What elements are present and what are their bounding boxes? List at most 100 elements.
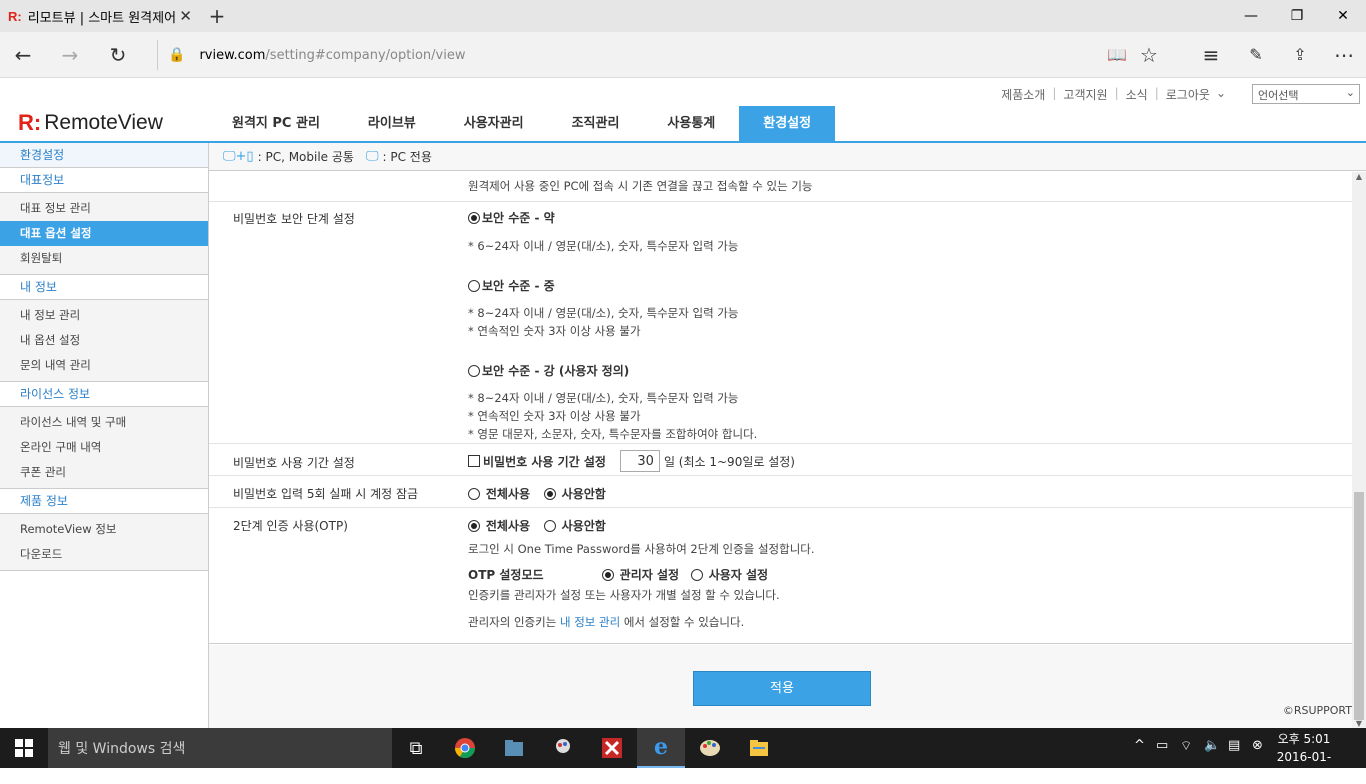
otp-none-radio[interactable]	[543, 520, 556, 532]
wifi-icon[interactable]: ⌔	[1180, 738, 1192, 754]
file-manager-icon[interactable]	[490, 728, 538, 768]
radio-medium[interactable]	[468, 280, 480, 292]
edge-icon[interactable]: e	[637, 728, 685, 768]
taskbar-search[interactable]: 웹 및 Windows 검색	[48, 728, 392, 768]
web-note-icon[interactable]: ✎	[1240, 40, 1272, 70]
my-info-link[interactable]: 내 정보 관리	[560, 615, 620, 629]
nav-settings[interactable]: 환경설정	[739, 106, 836, 142]
top-link-products[interactable]: 제품소개	[1001, 86, 1045, 103]
app-icon[interactable]	[539, 728, 587, 768]
sidebar-item-remoteview-info[interactable]: RemoteView 정보	[0, 517, 208, 542]
content-scrollbar[interactable]: ▲ ▼	[1352, 172, 1366, 728]
ime-icon[interactable]: ⊗	[1252, 738, 1263, 753]
notification-icon[interactable]: ▤	[1228, 738, 1240, 753]
lock-icon: 🔒	[168, 47, 186, 63]
settings-scroll-area[interactable]: 원격제어 사용 중인 PC에 접속 시 기존 연결을 끊고 접속할 수 있는 기…	[209, 172, 1352, 644]
sidebar-title[interactable]: 환경설정	[0, 143, 208, 168]
otp-all-radio[interactable]	[468, 520, 480, 532]
new-tab-button[interactable]: +	[205, 4, 229, 28]
sidebar-item-my-info[interactable]: 내 정보 관리	[0, 303, 208, 328]
sidebar-item-withdraw[interactable]: 회원탈퇴	[0, 246, 208, 271]
otp-label: 2단계 인증 사용(OTP)	[233, 519, 348, 533]
volume-icon[interactable]: 🔈	[1204, 738, 1220, 753]
tab-close-icon[interactable]: ✕	[179, 7, 192, 25]
sidebar-item-license-purchase[interactable]: 라이선스 내역 및 구매	[0, 410, 208, 435]
brand-mark-icon: R:	[18, 110, 42, 135]
password-period-days-input[interactable]: 30	[619, 450, 660, 472]
hub-icon[interactable]: ≡	[1195, 40, 1227, 70]
login-lock-row: 비밀번호 입력 5회 실패 시 계정 잠금 전체사용 사용안함	[209, 476, 1352, 508]
xmind-icon[interactable]	[588, 728, 636, 768]
browser-navbar: ← → ↻ 🔒 rview.com/setting#company/option…	[0, 32, 1366, 78]
favorite-star-icon[interactable]: ☆	[1133, 40, 1165, 70]
password-period-checkbox[interactable]	[468, 455, 480, 467]
login-lock-label: 비밀번호 입력 5회 실패 시 계정 잠금	[233, 487, 419, 501]
task-view-icon[interactable]: ⧉	[392, 728, 440, 768]
otp-mode-user-radio[interactable]	[690, 569, 703, 581]
nav-users[interactable]: 사용자관리	[440, 106, 548, 142]
back-icon[interactable]: ←	[7, 40, 39, 70]
sidebar-item-company-info[interactable]: 대표 정보 관리	[0, 196, 208, 221]
sidebar-item-coupons[interactable]: 쿠폰 관리	[0, 460, 208, 485]
windows-start-icon[interactable]	[0, 728, 48, 768]
scroll-down-icon[interactable]: ▼	[1352, 719, 1366, 728]
otp-mode-admin-label: 관리자 설정	[619, 568, 680, 582]
pw-level-weak-option[interactable]: 보안 수준 - 약	[468, 209, 555, 226]
forward-icon[interactable]: →	[54, 40, 86, 70]
restore-button[interactable]: ❐	[1274, 0, 1320, 32]
scroll-up-icon[interactable]: ▲	[1352, 172, 1366, 181]
address-bar[interactable]: 🔒 rview.com/setting#company/option/view	[157, 40, 1077, 70]
language-select[interactable]: 언어선택 ⌄	[1252, 84, 1360, 104]
sidebar-item-online-purchases[interactable]: 온라인 구매 내역	[0, 435, 208, 460]
login-lock-none-radio[interactable]	[543, 488, 556, 500]
legend-pc-label: : PC 전용	[382, 150, 432, 164]
nav-remote-pc[interactable]: 원격지 PC 관리	[208, 106, 344, 142]
chevron-up-icon[interactable]: ^	[1134, 738, 1145, 753]
reading-view-icon[interactable]: 📖	[1101, 40, 1133, 70]
file-explorer-icon[interactable]	[735, 728, 783, 768]
battery-icon[interactable]: ▭	[1156, 738, 1168, 753]
minimize-button[interactable]: —	[1228, 0, 1274, 32]
password-period-label: 비밀번호 사용 기간 설정	[233, 456, 355, 470]
apply-button[interactable]: 적용	[693, 671, 871, 706]
pw-level-medium-option[interactable]: 보안 수준 - 중	[468, 277, 555, 294]
pw-strong-note-3: * 영문 대문자, 소문자, 숫자, 특수문자를 조합하여야 합니다.	[468, 427, 758, 441]
login-lock-all-radio[interactable]	[468, 488, 480, 500]
settings-content: 🖵+▯ : PC, Mobile 공통 🖵 : PC 전용 원격제어 사용 중인…	[209, 143, 1366, 728]
top-link-logout[interactable]: 로그아웃	[1166, 86, 1210, 103]
sidebar-heading-product[interactable]: 제품 정보	[0, 489, 208, 514]
sidebar-item-inquiries[interactable]: 문의 내역 관리	[0, 353, 208, 378]
paint-icon[interactable]	[686, 728, 734, 768]
brand-logo[interactable]: R: RemoteView	[18, 110, 163, 136]
nav-statistics[interactable]: 사용통계	[643, 106, 739, 142]
sidebar-item-download[interactable]: 다운로드	[0, 542, 208, 567]
nav-organization[interactable]: 조직관리	[548, 106, 644, 142]
otp-admin-note: 관리자의 인증키는 내 정보 관리 에서 설정할 수 있습니다.	[468, 615, 745, 629]
chevron-down-icon[interactable]: ⌄	[1216, 86, 1226, 103]
otp-mode-user-label: 사용자 설정	[708, 568, 769, 582]
top-link-support[interactable]: 고객지원	[1063, 86, 1107, 103]
sidebar-heading-my-info[interactable]: 내 정보	[0, 275, 208, 300]
sidebar-heading-license[interactable]: 라이선스 정보	[0, 382, 208, 407]
nav-liveview[interactable]: 라이브뷰	[344, 106, 440, 142]
sidebar-item-company-options[interactable]: 대표 옵션 설정	[0, 221, 208, 246]
chevron-down-icon: ⌄	[1345, 86, 1355, 99]
sidebar-item-my-options[interactable]: 내 옵션 설정	[0, 328, 208, 353]
radio-weak[interactable]	[468, 212, 480, 224]
share-icon[interactable]: ⇪	[1284, 40, 1316, 70]
prev-setting-desc: 원격제어 사용 중인 PC에 접속 시 기존 연결을 끊고 접속할 수 있는 기…	[468, 179, 813, 193]
more-icon[interactable]: ⋯	[1328, 40, 1360, 70]
radio-strong[interactable]	[468, 365, 480, 377]
otp-mode-admin-radio[interactable]	[601, 569, 614, 581]
top-link-news[interactable]: 소식	[1126, 86, 1148, 103]
pw-level-strong-option[interactable]: 보안 수준 - 강 (사용자 정의)	[468, 362, 629, 379]
scroll-thumb[interactable]	[1354, 492, 1364, 720]
taskbar-clock[interactable]: 오후 5:01 2016-01-27	[1274, 730, 1334, 784]
sidebar-heading-company[interactable]: 대표정보	[0, 168, 208, 193]
refresh-icon[interactable]: ↻	[102, 40, 134, 70]
chrome-icon[interactable]	[441, 728, 489, 768]
close-window-button[interactable]: ✕	[1320, 0, 1366, 32]
login-lock-all-label: 전체사용	[485, 487, 530, 501]
browser-tab[interactable]: R: 리모트뷰 | 스마트 원격제어 ✕	[0, 0, 200, 32]
brand-name: RemoteView	[44, 111, 163, 134]
